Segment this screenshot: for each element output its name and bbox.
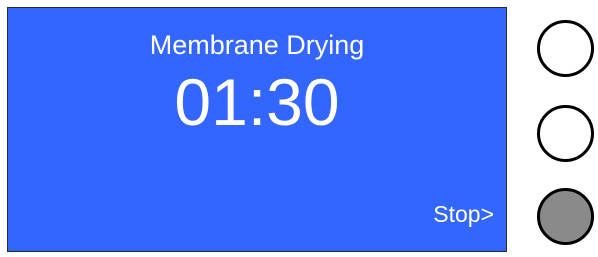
screen-title: Membrane Drying [149, 30, 365, 60]
hardware-button-top[interactable] [537, 20, 594, 77]
hardware-button-middle[interactable] [537, 105, 594, 162]
stop-action-label[interactable]: Stop> [433, 201, 494, 227]
countdown-timer: 01:30 [174, 65, 340, 139]
display-screen: Membrane Drying 01:30 Stop> [7, 7, 507, 252]
hardware-button-bottom[interactable] [537, 188, 594, 245]
